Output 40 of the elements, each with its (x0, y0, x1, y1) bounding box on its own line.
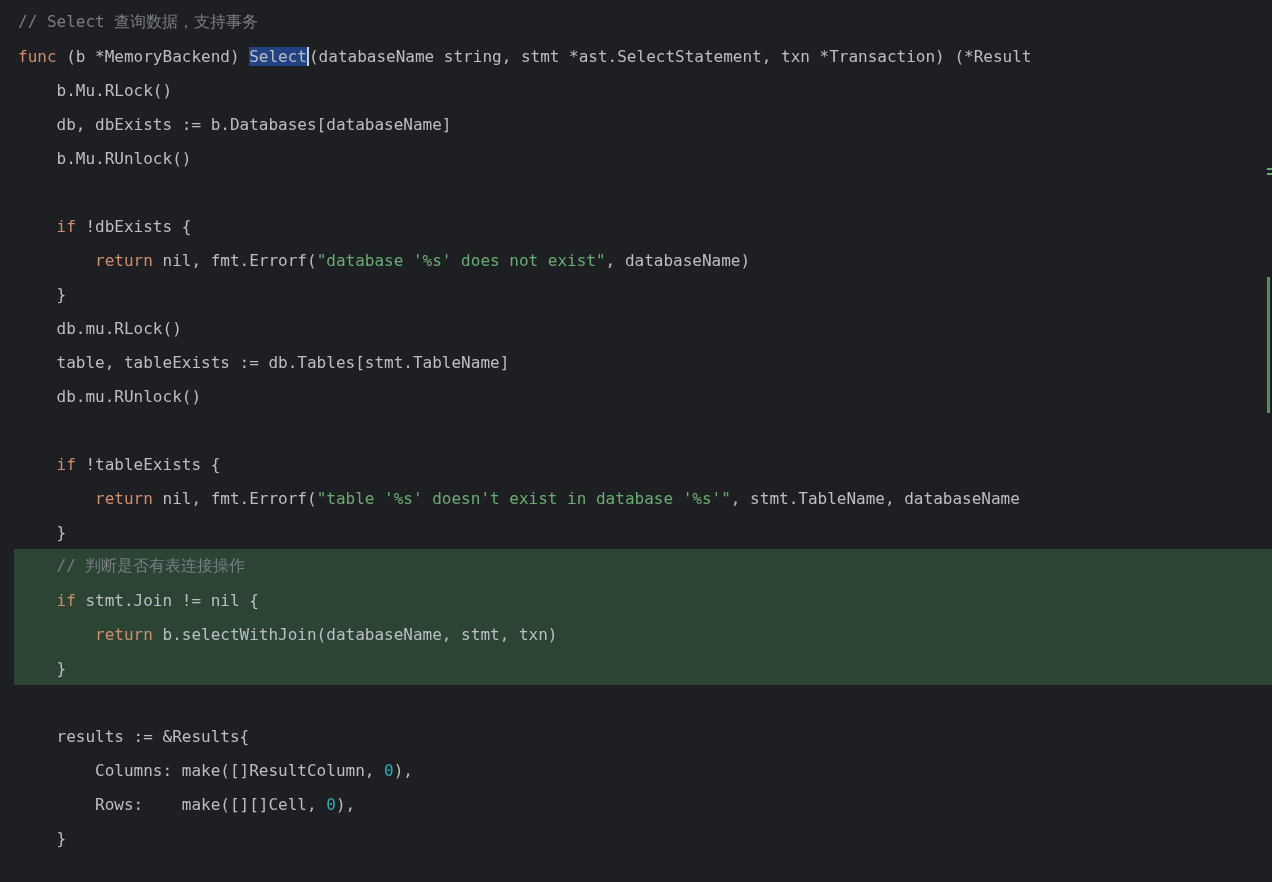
code-text: b.selectWithJoin(databaseName, stmt, txn) (161, 624, 558, 644)
code-text: nil, fmt.Errorf( (161, 488, 317, 508)
code-text: (databaseName string, stmt *ast.SelectStatement, txn *Transaction) (*Result (309, 46, 1032, 66)
selected-text: Select (249, 46, 309, 66)
string-literal: "table '%s' doesn't exist in database '%s'" (316, 488, 731, 508)
code-text: b.Mu.RUnlock() (55, 148, 192, 168)
code-text: } (55, 522, 67, 542)
code-text: table, tableExists := db.Tables[stmt.TableName] (55, 352, 510, 372)
code-text: b.Mu.RLock() (55, 80, 173, 100)
code-text: (b *MemoryBackend) (65, 46, 241, 66)
code-comment: // Select 查询数据，支持事务 (18, 11, 259, 33)
code-text: db, dbExists := b.Databases[databaseName] (55, 114, 452, 134)
keyword: if (55, 216, 76, 236)
keyword: return (94, 250, 153, 270)
number-literal: 0 (384, 760, 394, 780)
code-text: } (55, 658, 67, 678)
code-text: db.mu.RLock() (55, 318, 182, 338)
code-text: } (55, 828, 67, 848)
keyword: if (55, 590, 76, 610)
code-text: , stmt.TableName, databaseName (730, 488, 1020, 508)
number-literal: 0 (326, 794, 336, 814)
keyword: return (94, 488, 153, 508)
code-text: !dbExists { (84, 216, 192, 236)
keyword: func (18, 46, 57, 66)
code-text: nil, fmt.Errorf( (161, 250, 317, 270)
code-text: !tableExists { (84, 454, 221, 474)
code-text: results := &Results{ (55, 726, 250, 746)
code-text: Rows: make([][]Cell, (94, 794, 318, 814)
code-comment: // 判断是否有表连接操作 (55, 555, 246, 577)
code-text: } (55, 284, 67, 304)
code-text: , databaseName) (605, 250, 751, 270)
keyword: if (55, 454, 76, 474)
keyword: return (94, 624, 153, 644)
equals-icon[interactable] (1267, 168, 1272, 175)
code-text: stmt.Join != nil { (84, 590, 259, 610)
code-text: ), (393, 760, 413, 780)
string-literal: "database '%s' does not exist" (316, 250, 606, 270)
code-text: db.mu.RUnlock() (55, 386, 202, 406)
code-text: ), (335, 794, 356, 814)
code-text: Columns: make([]ResultColumn, (94, 760, 376, 780)
